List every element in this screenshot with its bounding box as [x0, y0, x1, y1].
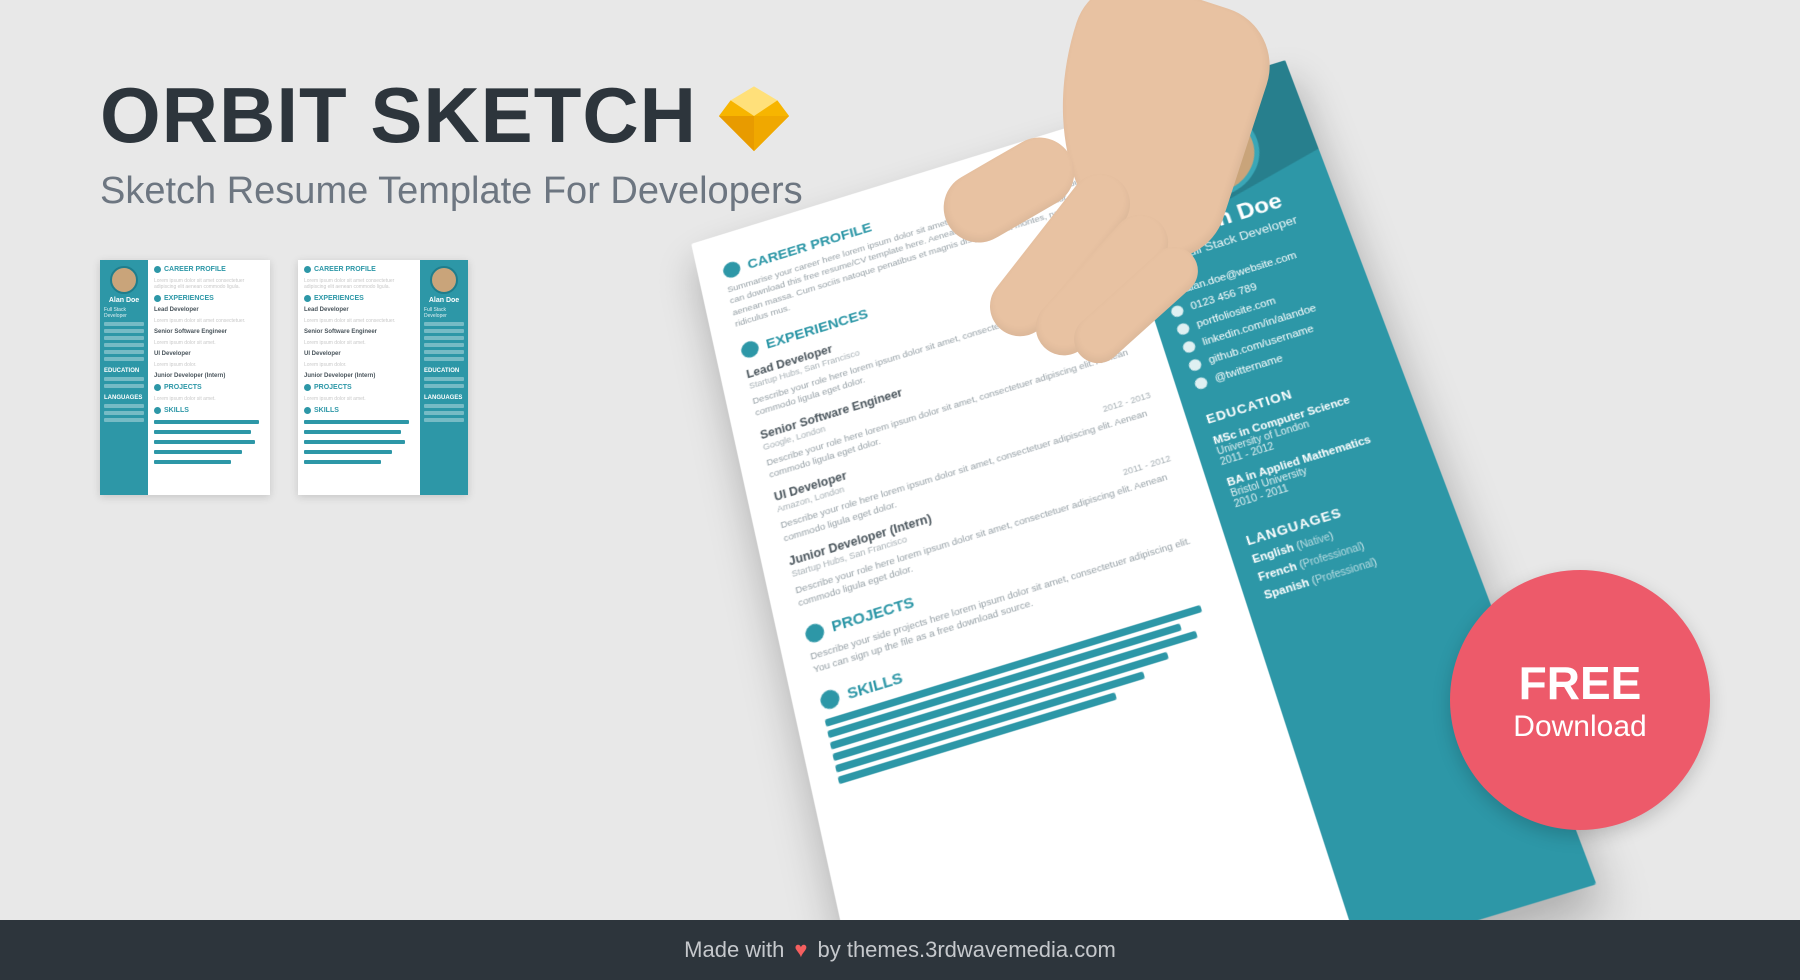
held-resume-composition: CAREER PROFILE Summarise your career her…: [700, 80, 1530, 910]
badge-subtitle: Download: [1513, 710, 1646, 744]
avatar: [430, 266, 458, 294]
thumbnail-right-layout: Alan Doe Full Stack Developer EDUCATION …: [298, 260, 468, 495]
thumb-role: Full Stack Developer: [424, 307, 464, 319]
hero-title-text: ORBIT SKETCH: [100, 70, 697, 161]
hand-illustration: [870, 80, 1250, 440]
thumb-name: Alan Doe: [109, 297, 139, 304]
thumb-sidebar: Alan Doe Full Stack Developer EDUCATION …: [100, 260, 148, 495]
thumbnail-left-layout: Alan Doe Full Stack Developer EDUCATION …: [100, 260, 270, 495]
thumbnail-row: Alan Doe Full Stack Developer EDUCATION …: [100, 260, 468, 495]
footer-prefix: Made with: [684, 937, 784, 963]
free-download-badge[interactable]: FREE Download: [1450, 570, 1710, 830]
footer-suffix: by themes.3rdwavemedia.com: [817, 937, 1115, 963]
footer-bar: Made with ♥ by themes.3rdwavemedia.com: [0, 920, 1800, 980]
heart-icon: ♥: [794, 937, 807, 963]
thumb-name: Alan Doe: [429, 297, 459, 304]
thumb-main: CAREER PROFILE Lorem ipsum dolor sit ame…: [148, 260, 270, 495]
hero-subtitle: Sketch Resume Template For Developers: [100, 170, 803, 213]
thumb-main: CAREER PROFILE Lorem ipsum dolor sit ame…: [298, 260, 420, 495]
thumb-role: Full Stack Developer: [104, 307, 144, 319]
hero-title: ORBIT SKETCH: [100, 70, 793, 161]
thumb-sidebar: Alan Doe Full Stack Developer EDUCATION …: [420, 260, 468, 495]
badge-title: FREE: [1519, 656, 1642, 710]
avatar: [110, 266, 138, 294]
